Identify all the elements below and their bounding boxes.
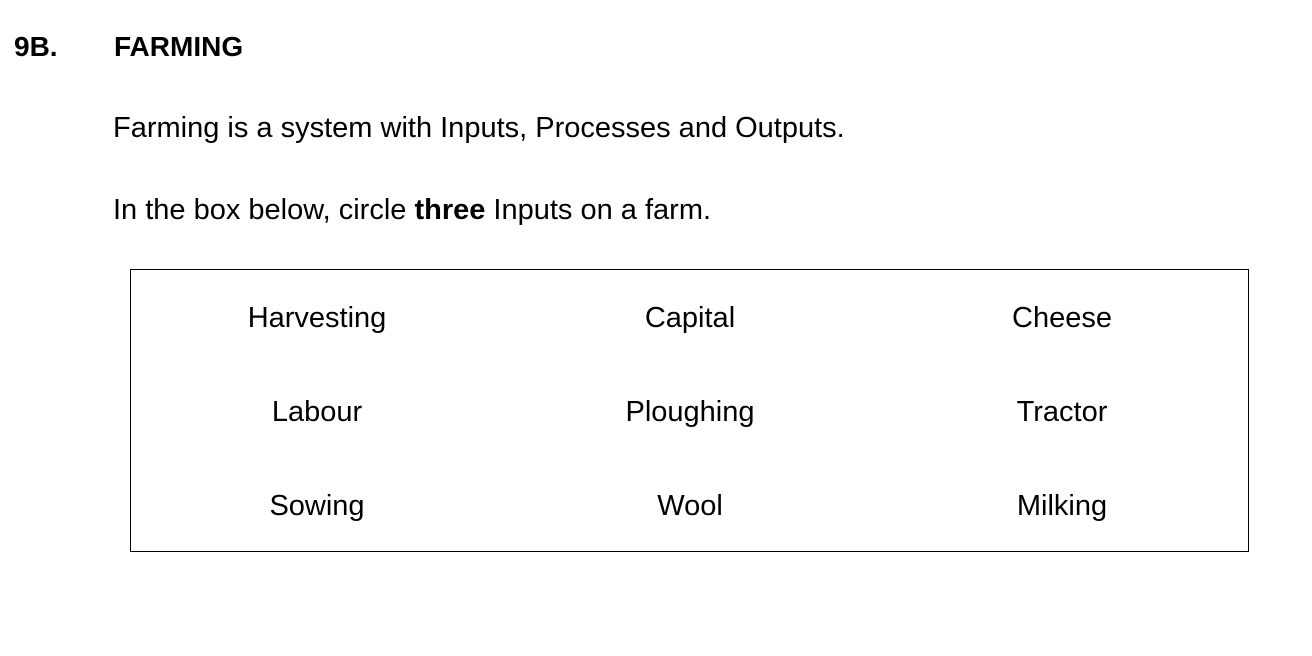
option-ploughing[interactable]: Ploughing <box>504 394 876 430</box>
question-title: FARMING <box>114 31 244 62</box>
option-capital[interactable]: Capital <box>504 300 876 336</box>
answer-box: Harvesting Capital Cheese Labour Ploughi… <box>130 269 1249 552</box>
intro-text: Farming is a system with Inputs, Process… <box>113 112 845 144</box>
option-harvesting[interactable]: Harvesting <box>131 300 503 336</box>
instruction-before: In the box below, circle <box>113 194 415 226</box>
option-labour[interactable]: Labour <box>131 394 503 430</box>
option-tractor[interactable]: Tractor <box>876 394 1248 430</box>
instruction-text: In the box below, circle three Inputs on… <box>113 192 711 228</box>
option-wool[interactable]: Wool <box>504 488 876 524</box>
question-number: 9B. <box>14 31 58 62</box>
option-cheese[interactable]: Cheese <box>876 300 1248 336</box>
option-milking[interactable]: Milking <box>876 488 1248 524</box>
instruction-after: Inputs on a farm. <box>485 194 712 226</box>
option-sowing[interactable]: Sowing <box>131 488 503 524</box>
options-grid: Harvesting Capital Cheese Labour Ploughi… <box>131 270 1248 551</box>
instruction-emphasis: three <box>414 194 486 226</box>
